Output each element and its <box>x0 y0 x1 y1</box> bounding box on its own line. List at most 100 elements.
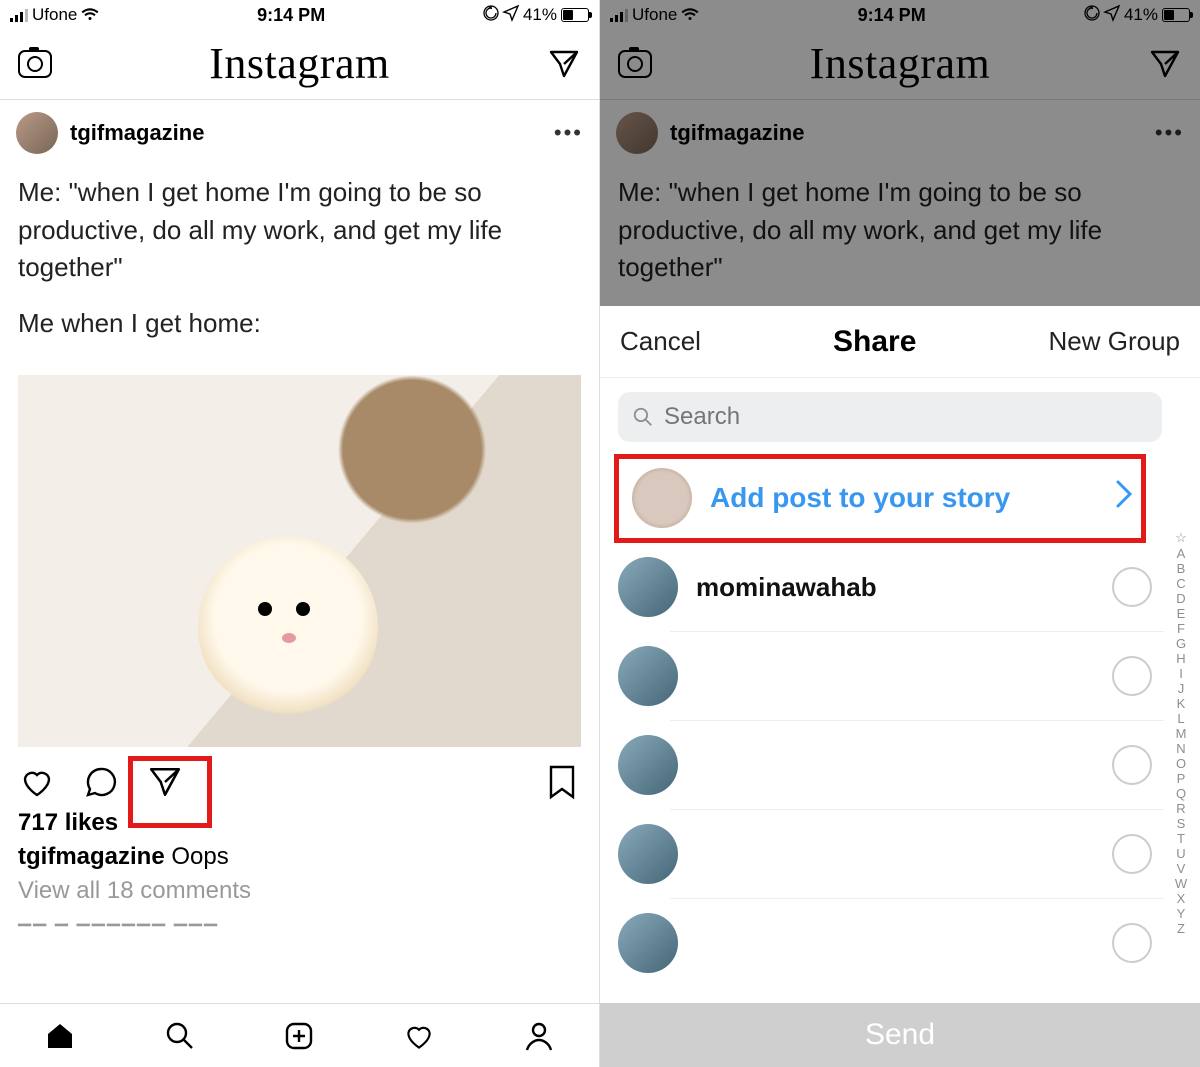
index-letter[interactable]: W <box>1175 876 1187 891</box>
index-letter[interactable]: N <box>1176 741 1185 756</box>
select-radio[interactable] <box>1112 656 1152 696</box>
clock: 9:14 PM <box>257 5 325 26</box>
camera-button[interactable] <box>18 47 52 81</box>
avatar <box>618 646 678 706</box>
index-letter[interactable]: D <box>1176 591 1185 606</box>
index-letter[interactable]: R <box>1176 801 1185 816</box>
instagram-logo: Instagram <box>209 38 389 89</box>
post-options-button[interactable]: ••• <box>554 120 583 146</box>
save-button[interactable] <box>543 763 581 801</box>
heart-icon <box>403 1020 435 1052</box>
post-actions <box>0 753 599 805</box>
post-username[interactable]: tgifmagazine <box>70 120 542 146</box>
select-radio[interactable] <box>1112 745 1152 785</box>
index-letter[interactable]: M <box>1176 726 1187 741</box>
search-icon <box>632 406 654 428</box>
view-comments-link[interactable]: View all 18 comments <box>18 877 581 905</box>
index-letter[interactable]: G <box>1176 636 1186 651</box>
index-letter[interactable]: B <box>1177 561 1186 576</box>
caption-line-2: Me when I get home: <box>18 305 581 343</box>
signal-icon <box>10 8 28 22</box>
index-letter[interactable]: Z <box>1177 921 1185 936</box>
contact-row[interactable] <box>670 810 1164 899</box>
signal-icon <box>610 8 628 22</box>
contact-row[interactable] <box>670 721 1164 810</box>
index-letter[interactable]: Q <box>1176 786 1186 801</box>
contact-row[interactable]: mominawahab <box>670 543 1164 632</box>
status-bar: Ufone 9:14 PM 41% <box>0 0 599 28</box>
index-letter[interactable]: V <box>1177 861 1186 876</box>
index-letter[interactable]: J <box>1178 681 1185 696</box>
caption-body: Oops <box>171 843 228 870</box>
camera-icon <box>18 50 52 78</box>
story-avatar <box>632 468 692 528</box>
wifi-icon <box>681 8 699 22</box>
index-letter[interactable]: X <box>1177 891 1186 906</box>
direct-messages-button[interactable] <box>547 47 581 81</box>
wifi-icon <box>81 8 99 22</box>
search-input[interactable] <box>664 403 1148 431</box>
avatar[interactable] <box>16 112 58 154</box>
index-letter[interactable]: I <box>1179 666 1183 681</box>
avatar <box>618 557 678 617</box>
index-letter[interactable]: C <box>1176 576 1185 591</box>
send-button[interactable]: Send <box>600 1003 1200 1067</box>
index-letter[interactable]: P <box>1177 771 1186 786</box>
cancel-button[interactable]: Cancel <box>620 326 701 357</box>
post-text: Me: "when I get home I'm going to be so … <box>600 166 1200 315</box>
like-button[interactable] <box>18 763 56 801</box>
index-letter[interactable]: Y <box>1177 906 1186 921</box>
carrier-label: Ufone <box>632 5 677 25</box>
index-letter[interactable]: U <box>1176 846 1185 861</box>
add-to-story-label: Add post to your story <box>710 482 1096 514</box>
index-letter[interactable]: E <box>1177 606 1186 621</box>
contact-name: mominawahab <box>696 572 1094 603</box>
tab-new-post[interactable] <box>240 1020 360 1052</box>
index-letter[interactable]: ☆ <box>1175 530 1187 546</box>
add-to-story-row[interactable]: Add post to your story <box>614 454 1146 543</box>
index-letter[interactable]: F <box>1177 621 1185 636</box>
alphabet-index[interactable]: ☆ABCDEFGHIJKLMNOPQRSTUVWXYZ <box>1168 530 1194 929</box>
avatar <box>618 735 678 795</box>
comment-button[interactable] <box>82 763 120 801</box>
post-options-button[interactable]: ••• <box>1155 120 1184 146</box>
index-letter[interactable]: S <box>1177 816 1186 831</box>
person-icon <box>523 1020 555 1052</box>
contact-row[interactable] <box>670 899 1164 987</box>
new-group-button[interactable]: New Group <box>1048 326 1180 357</box>
direct-messages-button[interactable] <box>1148 47 1182 81</box>
select-radio[interactable] <box>1112 834 1152 874</box>
index-letter[interactable]: K <box>1177 696 1186 711</box>
tab-search[interactable] <box>120 1020 240 1052</box>
search-icon <box>164 1020 196 1052</box>
caption-line-1: Me: "when I get home I'm going to be so … <box>618 174 1182 287</box>
index-letter[interactable]: O <box>1176 756 1186 771</box>
post-image[interactable] <box>18 375 581 747</box>
post-username[interactable]: tgifmagazine <box>670 120 1143 146</box>
caption-line-1: Me: "when I get home I'm going to be so … <box>18 174 581 287</box>
avatar[interactable] <box>616 112 658 154</box>
caption-line: tgifmagazine Oops <box>18 843 581 871</box>
select-radio[interactable] <box>1112 923 1152 963</box>
tab-profile[interactable] <box>479 1020 599 1052</box>
camera-button[interactable] <box>618 47 652 81</box>
select-radio[interactable] <box>1112 567 1152 607</box>
contact-row[interactable] <box>670 632 1164 721</box>
tab-home[interactable] <box>0 1020 120 1052</box>
index-letter[interactable]: T <box>1177 831 1185 846</box>
battery-pct: 41% <box>1124 5 1158 25</box>
likes-count[interactable]: 717 likes <box>18 809 581 837</box>
app-header: Instagram <box>600 28 1200 100</box>
caption-username[interactable]: tgifmagazine <box>18 843 165 870</box>
carrier-label: Ufone <box>32 5 77 25</box>
share-button[interactable] <box>146 763 184 801</box>
share-title: Share <box>833 325 916 359</box>
index-letter[interactable]: L <box>1177 711 1184 726</box>
index-letter[interactable]: A <box>1177 546 1186 561</box>
search-field[interactable] <box>618 392 1162 442</box>
post-header: tgifmagazine ••• <box>0 100 599 166</box>
tab-activity[interactable] <box>359 1020 479 1052</box>
share-sheet-header: Cancel Share New Group <box>600 306 1200 378</box>
paper-plane-icon <box>1149 48 1181 80</box>
index-letter[interactable]: H <box>1176 651 1185 666</box>
